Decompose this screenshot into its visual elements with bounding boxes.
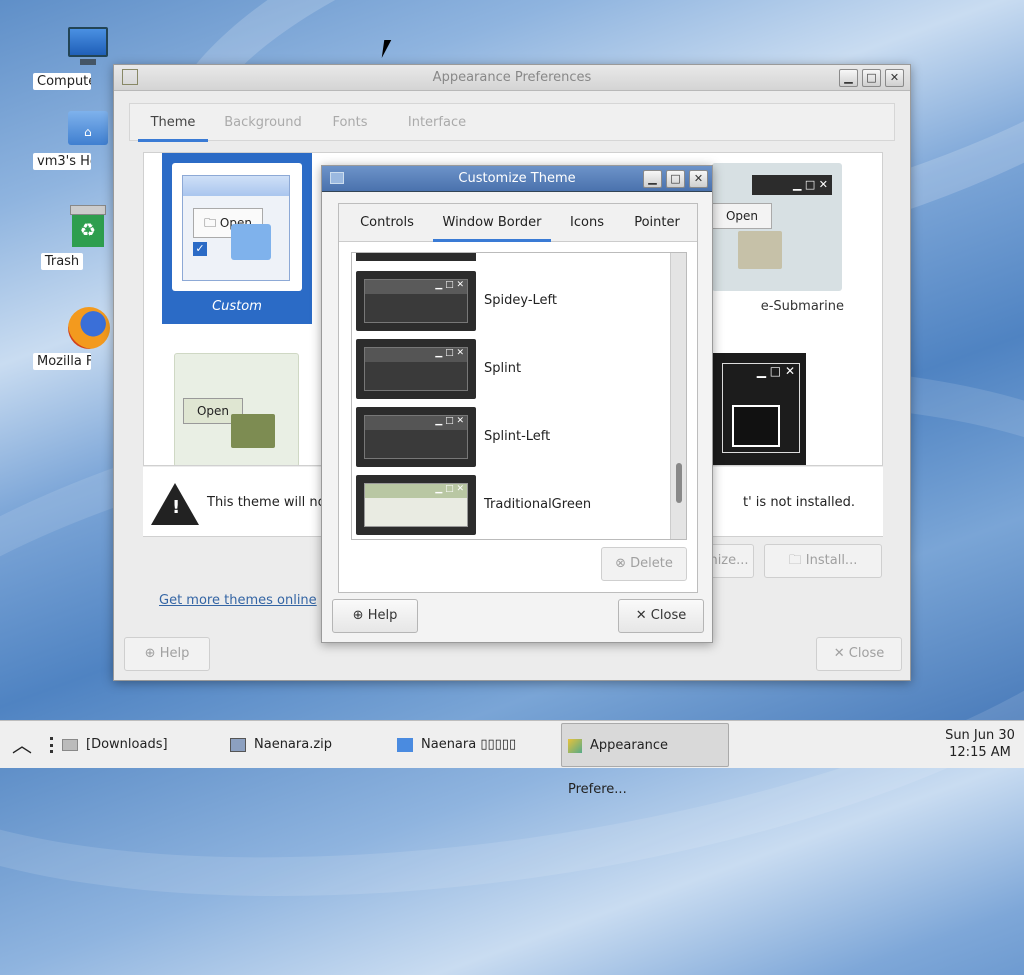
border-preview: ▁ □ ✕: [356, 339, 476, 399]
taskbar: ︿ [Downloads] Naenara.zip Naenara ▯▯▯▯▯ …: [0, 720, 1024, 797]
list-item[interactable]: ▁ □ ✕ Splint-Left: [356, 407, 666, 471]
border-preview: ▁ □ ✕: [356, 475, 476, 535]
taskbar-item-downloads[interactable]: [Downloads]: [62, 721, 222, 769]
tab-interface[interactable]: Interface: [392, 104, 482, 142]
close-window-button[interactable]: ✕: [885, 69, 904, 87]
dialog-title: Customize Theme: [458, 171, 576, 186]
delete-button[interactable]: ⊗ Delete: [601, 547, 687, 581]
list-item-partial: [356, 253, 476, 261]
tab-icons[interactable]: Icons: [557, 204, 617, 242]
help-button[interactable]: ⊕ Help: [124, 637, 210, 671]
customize-theme-dialog: Customize Theme ▁ □ ✕ Controls Window Bo…: [321, 165, 713, 643]
theme-item-green[interactable]: Open: [174, 353, 324, 465]
desktop-icon-label: Mozilla Firefox: [33, 353, 91, 370]
list-item[interactable]: ▁ □ ✕ Spidey-Left: [356, 271, 666, 335]
desktop-icon-label: vm3's Home: [33, 153, 91, 170]
tab-controls[interactable]: Controls: [345, 204, 429, 242]
scrollbar-thumb[interactable]: [676, 463, 682, 503]
taskbar-item-appearance[interactable]: Appearance Prefere...: [561, 723, 729, 797]
tab-pointer[interactable]: Pointer: [623, 204, 691, 242]
taskbar-item-naenara-folder[interactable]: Naenara ▯▯▯▯▯: [397, 721, 557, 769]
theme-name: Custom: [212, 299, 262, 314]
border-list: ▁ □ ✕ Spidey-Left ▁ □ ✕ Splint ▁ □ ✕ Spl…: [351, 252, 687, 540]
folder-icon: [397, 737, 413, 752]
install-button[interactable]: 🗀 Install...: [764, 544, 882, 578]
tab-background[interactable]: Background: [218, 104, 308, 142]
get-more-themes-link[interactable]: Get more themes online: [159, 593, 317, 608]
list-item[interactable]: ▁ □ ✕ Splint: [356, 339, 666, 403]
minimize-button[interactable]: ▁: [839, 69, 858, 87]
tab-theme[interactable]: Theme: [138, 104, 208, 142]
app-icon: [122, 69, 138, 85]
home-folder-icon: ⌂: [66, 105, 110, 149]
archive-icon: [230, 737, 246, 752]
trash-icon: ♻: [66, 205, 110, 249]
taskbar-item-naenara-zip[interactable]: Naenara.zip: [230, 721, 390, 769]
maximize-button[interactable]: □: [862, 69, 881, 87]
maximize-button[interactable]: □: [666, 170, 685, 188]
warning-text-end: t' is not installed.: [743, 495, 856, 510]
tab-fonts[interactable]: Fonts: [320, 104, 380, 142]
customize-tab-panel: Controls Window Border Icons Pointer ▁ □…: [338, 203, 698, 593]
title-bar: Customize Theme ▁ □ ✕: [322, 166, 712, 192]
theme-item-e-submarine[interactable]: ▁ □ ✕ Open e-Submarine: [712, 153, 864, 324]
close-button[interactable]: ✕ Close: [618, 599, 704, 633]
taskbar-handle-icon: [50, 737, 53, 753]
border-preview: ▁ □ ✕: [356, 271, 476, 331]
close-window-button[interactable]: ✕: [689, 170, 708, 188]
desktop-icon-label: Trash: [40, 253, 84, 270]
dialog-icon: [330, 172, 344, 184]
window-title: Appearance Preferences: [432, 70, 592, 85]
tab-bar: Theme Background Fonts Interface: [129, 103, 895, 142]
tab-bar: Controls Window Border Icons Pointer: [339, 204, 697, 242]
clock[interactable]: Sun Jun 30 12:15 AM: [940, 727, 1020, 761]
folder-icon: [62, 738, 78, 751]
tab-window-border[interactable]: Window Border: [433, 204, 551, 242]
warning-text: This theme will not: [207, 495, 331, 510]
help-button[interactable]: ⊕ Help: [332, 599, 418, 633]
theme-item-dark[interactable]: ▁ □ ✕: [712, 353, 862, 465]
title-bar: Appearance Preferences ▁ □ ✕: [114, 65, 910, 91]
minimize-button[interactable]: ▁: [643, 170, 662, 188]
list-scrollbar[interactable]: [670, 253, 686, 539]
firefox-icon: [66, 305, 110, 349]
computer-icon: [66, 25, 110, 69]
show-desktop-chevron-icon[interactable]: ︿: [12, 729, 32, 758]
border-preview: ▁ □ ✕: [356, 407, 476, 467]
close-button[interactable]: ✕ Close: [816, 637, 902, 671]
desktop-icon-label: Computer: [33, 73, 91, 90]
app-icon: [568, 738, 582, 753]
list-item[interactable]: ▁ □ ✕ TraditionalGreen: [356, 475, 666, 539]
warning-icon-mark: !: [172, 497, 181, 518]
theme-item-custom[interactable]: 🗀 Open ✓ Custom: [162, 153, 312, 324]
